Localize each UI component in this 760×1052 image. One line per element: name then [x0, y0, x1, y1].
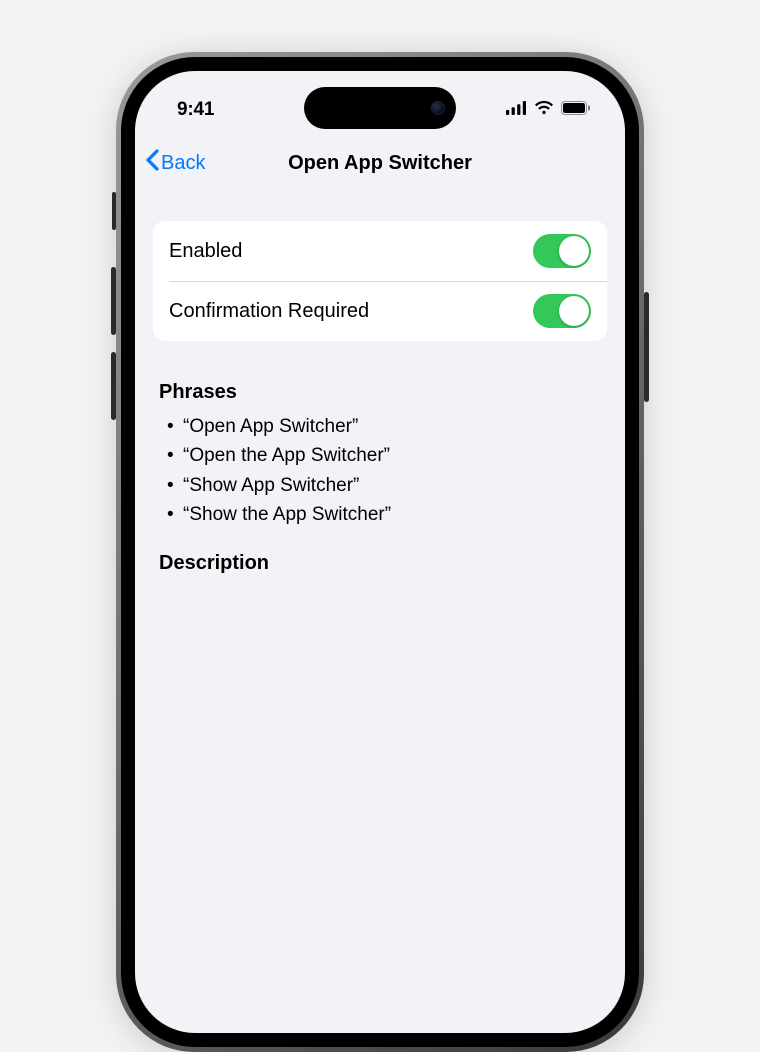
volume-down-button: [111, 352, 116, 420]
row-enabled-label: Enabled: [169, 240, 242, 263]
chevron-left-icon: [145, 149, 159, 177]
front-camera: [431, 101, 445, 115]
phrase-item: “Open the App Switcher”: [183, 441, 601, 470]
page-title: Open App Switcher: [288, 152, 472, 175]
power-button: [644, 292, 649, 402]
cellular-icon: [506, 101, 527, 120]
phrase-item: “Open App Switcher”: [183, 412, 601, 441]
toggle-enabled[interactable]: [533, 234, 591, 268]
toggle-confirmation-required[interactable]: [533, 294, 591, 328]
toggle-knob: [559, 236, 589, 266]
phone-frame: 9:41 Bac: [116, 52, 644, 1052]
description-header: Description: [153, 552, 607, 575]
silent-switch: [112, 192, 116, 230]
dynamic-island: [304, 87, 456, 129]
phrases-list: “Open App Switcher” “Open the App Switch…: [153, 412, 607, 530]
settings-card: Enabled Confirmation Required: [153, 221, 607, 341]
screen: 9:41 Bac: [135, 71, 625, 1033]
row-confirmation-label: Confirmation Required: [169, 300, 369, 323]
wifi-icon: [534, 101, 554, 120]
back-button[interactable]: Back: [145, 149, 205, 177]
status-time: 9:41: [177, 99, 214, 121]
phrase-item: “Show the App Switcher”: [183, 500, 601, 529]
status-icons: [506, 101, 591, 120]
battery-icon: [561, 101, 591, 120]
back-label: Back: [161, 152, 205, 175]
row-confirmation-required: Confirmation Required: [153, 281, 607, 341]
phrase-item: “Show App Switcher”: [183, 471, 601, 500]
row-enabled: Enabled: [153, 221, 607, 281]
nav-bar: Back Open App Switcher: [135, 137, 625, 189]
phrases-header: Phrases: [153, 381, 607, 404]
volume-up-button: [111, 267, 116, 335]
toggle-knob: [559, 296, 589, 326]
content-area: Enabled Confirmation Required Phrases: [135, 221, 625, 575]
